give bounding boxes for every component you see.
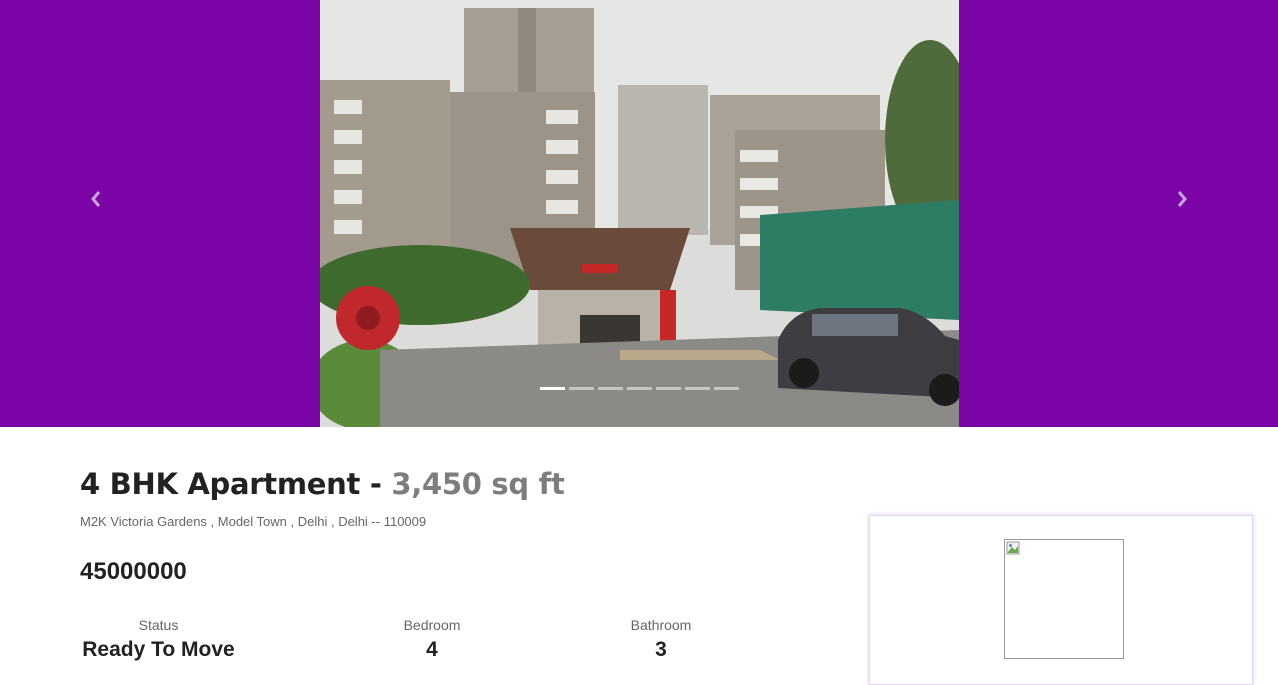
carousel-indicators	[540, 387, 739, 390]
stat-bedroom-value: 4	[426, 638, 438, 661]
stat-bedroom-label: Bedroom	[403, 617, 461, 633]
listing-address: M2K Victoria Gardens , Model Town , Delh…	[80, 514, 427, 529]
chevron-right-icon	[1177, 191, 1187, 207]
carousel-next-button[interactable]	[1169, 186, 1195, 212]
agent-image	[1004, 539, 1124, 659]
carousel-prev-button[interactable]	[83, 186, 109, 212]
stat-bedroom: Bedroom 4	[392, 617, 472, 662]
carousel-indicator[interactable]	[685, 387, 710, 390]
apartment-photo	[320, 0, 959, 427]
carousel-indicator[interactable]	[627, 387, 652, 390]
carousel-indicator[interactable]	[540, 387, 565, 390]
chevron-left-icon	[91, 191, 101, 207]
stat-bathroom-label: Bathroom	[630, 617, 692, 633]
carousel-indicator[interactable]	[598, 387, 623, 390]
listing-title-type: 4 BHK Apartment -	[80, 467, 392, 501]
stat-status: Status Ready To Move	[80, 617, 237, 662]
agent-card	[869, 515, 1253, 685]
image-carousel	[0, 0, 1278, 427]
carousel-indicator[interactable]	[569, 387, 594, 390]
carousel-indicator[interactable]	[714, 387, 739, 390]
stat-status-value: Ready To Move	[82, 638, 235, 661]
stat-status-label: Status	[138, 617, 179, 633]
listing-price: 45000000	[80, 558, 187, 585]
broken-image-icon	[1006, 541, 1020, 555]
listing-area: 3,450 sq ft	[391, 467, 565, 501]
carousel-slide-photo	[320, 0, 959, 427]
stat-bathroom: Bathroom 3	[621, 617, 701, 662]
stat-bathroom-value: 3	[655, 638, 667, 661]
carousel-indicator[interactable]	[656, 387, 681, 390]
listing-title: 4 BHK Apartment - 3,450 sq ft	[80, 467, 565, 501]
